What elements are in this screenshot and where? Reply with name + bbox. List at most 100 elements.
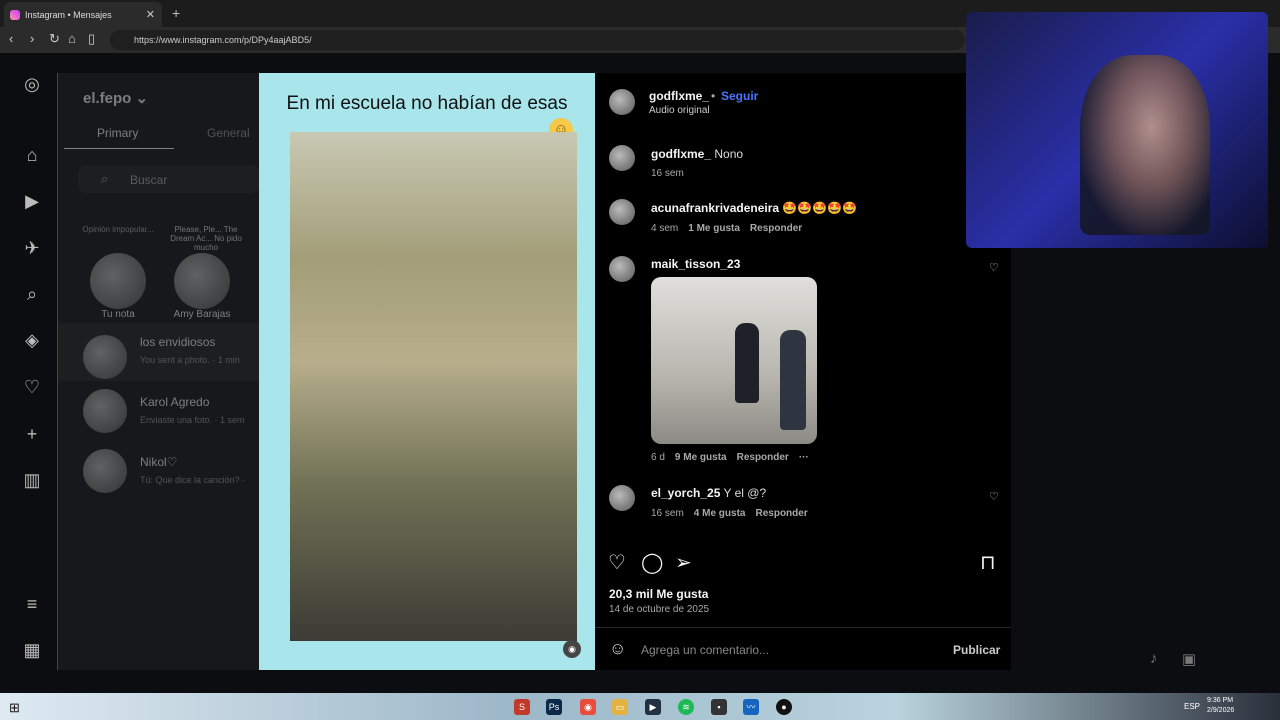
tab-title: Instagram • Mensajes xyxy=(25,9,112,20)
clock-date: 2/9/2026 xyxy=(1207,707,1235,714)
taskbar xyxy=(0,693,1280,720)
start-icon[interactable]: ⊞ xyxy=(9,700,20,716)
reply-button[interactable]: Responder xyxy=(755,508,807,519)
comment-body: 🤩🤩🤩🤩🤩 xyxy=(782,201,858,215)
forward-icon[interactable]: › xyxy=(30,31,34,46)
app-icon[interactable]: S xyxy=(514,699,530,715)
avatar xyxy=(83,335,127,379)
more-options-icon[interactable]: ··· xyxy=(799,452,809,463)
avatar[interactable] xyxy=(609,256,635,282)
like-comment-icon[interactable]: ♡ xyxy=(989,261,999,274)
spotify-icon[interactable]: ≋ xyxy=(678,699,694,715)
clock[interactable]: 9:36 PM 2/9/2026 xyxy=(1207,696,1234,716)
likes-count[interactable]: 20,3 mil Me gusta xyxy=(609,587,708,601)
app-icon[interactable]: ▪ xyxy=(711,699,727,715)
conversation-preview: Tú: Que dice la canción? · xyxy=(140,475,246,485)
obs-icon[interactable]: ● xyxy=(776,699,792,715)
notifications-nav-icon[interactable]: ♡ xyxy=(20,375,44,399)
bookmark-icon[interactable]: ▯ xyxy=(88,31,95,47)
note-bubble: Please, Ple... The Dream Ac... No pido m… xyxy=(170,225,242,252)
comment-user[interactable]: godflxme_ xyxy=(651,147,711,161)
comment-meta: 4 sem 1 Me gusta Responder xyxy=(651,223,802,234)
avatar[interactable] xyxy=(83,449,127,493)
comment-icon[interactable]: ◯ xyxy=(641,550,663,575)
clock-time: 9:36 PM xyxy=(1207,697,1234,704)
avatar[interactable] xyxy=(90,253,146,309)
search-nav-icon[interactable]: ⌕ xyxy=(20,282,44,306)
reply-button[interactable]: Responder xyxy=(737,452,789,463)
note-name: Amy Barajas xyxy=(173,309,231,320)
home-icon[interactable]: ⌂ xyxy=(68,31,76,46)
comment-user[interactable]: maik_tisson_23 xyxy=(651,257,740,271)
reply-button[interactable]: Responder xyxy=(750,223,802,234)
direct-messages-panel: el.fepo ⌄ Primary General Buscar ⌕ Opini… xyxy=(57,73,260,670)
post-caption: En mi escuela no habían de esas xyxy=(286,93,568,114)
app-icon[interactable]: ◉ xyxy=(580,699,596,715)
instagram-favicon-icon xyxy=(10,9,20,20)
avatar[interactable] xyxy=(83,389,127,433)
app-icon[interactable]: 〰 xyxy=(743,699,759,715)
gif-figure xyxy=(780,330,806,430)
new-tab-icon[interactable]: + xyxy=(172,5,180,21)
home-nav-icon[interactable]: ⌂ xyxy=(20,143,44,167)
dashboard-nav-icon[interactable]: ▥ xyxy=(20,468,44,492)
comment-input[interactable]: Agrega un comentario... xyxy=(641,643,769,657)
streamer-figure xyxy=(1080,55,1210,235)
comment-likes[interactable]: 4 Me gusta xyxy=(694,508,746,519)
explore-nav-icon[interactable]: ◈ xyxy=(20,328,44,352)
avatar[interactable] xyxy=(609,145,635,171)
gif-figure xyxy=(735,323,759,403)
comment-text: el_yorch_25 Y el @? xyxy=(651,486,766,500)
photoshop-icon[interactable]: Ps xyxy=(546,699,562,715)
comment-text: godflxme_ Nono xyxy=(651,147,743,161)
avatar[interactable] xyxy=(609,485,635,511)
language-indicator[interactable]: ESP xyxy=(1184,702,1200,711)
conversation-name[interactable]: Nikol♡ xyxy=(140,455,177,469)
microphone-icon[interactable]: ♪ xyxy=(1150,650,1158,667)
save-icon[interactable]: ⊓ xyxy=(980,550,996,575)
back-icon[interactable]: ‹ xyxy=(9,31,13,46)
post-video[interactable] xyxy=(290,132,577,641)
conversation-name: los envidiosos xyxy=(140,335,216,349)
publish-button[interactable]: Publicar xyxy=(953,643,1000,657)
follow-button[interactable]: Seguir xyxy=(721,89,758,103)
comment-user[interactable]: acunafrankrivadeneira xyxy=(651,201,779,215)
browser-tab[interactable]: Instagram • Mensajes ✕ xyxy=(4,2,162,27)
url-field[interactable]: https://www.instagram.com/p/DPy4aajABD5/ xyxy=(110,30,965,50)
emoji-picker-icon[interactable]: ☺ xyxy=(609,639,626,659)
comment-likes[interactable]: 9 Me gusta xyxy=(675,452,727,463)
reels-nav-icon[interactable]: ▶ xyxy=(20,189,44,213)
conversation-preview: Enviaste una foto. · 1 sem xyxy=(140,415,245,425)
author-name[interactable]: godflxme_ xyxy=(649,89,709,103)
create-nav-icon[interactable]: + xyxy=(20,422,44,446)
messages-nav-icon[interactable]: ✈ xyxy=(20,236,44,260)
tab-general[interactable]: General xyxy=(207,126,250,140)
avatar[interactable] xyxy=(609,199,635,225)
audio-label[interactable]: Audio original xyxy=(649,105,710,116)
avatar[interactable] xyxy=(174,253,230,309)
active-tab-underline xyxy=(64,148,174,149)
instagram-logo-icon[interactable]: ◎ xyxy=(20,72,44,96)
conversation-name[interactable]: Karol Agredo xyxy=(140,395,209,409)
share-icon[interactable]: ➢ xyxy=(675,550,692,575)
reload-icon[interactable]: ↻ xyxy=(49,31,60,47)
comment-meta: 6 d 9 Me gusta Responder ··· xyxy=(651,452,809,463)
apps-grid-icon[interactable]: ▦ xyxy=(20,638,44,662)
comment-time: 16 sem xyxy=(651,168,684,179)
tab-primary[interactable]: Primary xyxy=(97,126,138,140)
comment-time: 6 d xyxy=(651,452,665,463)
comment-likes[interactable]: 1 Me gusta xyxy=(688,223,740,234)
app-icon[interactable]: ▶ xyxy=(645,699,661,715)
separator-dot: • xyxy=(711,89,716,103)
audio-icon[interactable]: ◉ xyxy=(563,640,581,658)
comment-user[interactable]: el_yorch_25 xyxy=(651,486,720,500)
like-icon[interactable]: ♡ xyxy=(608,550,626,575)
note-name: Tu nota xyxy=(101,309,135,320)
like-comment-icon[interactable]: ♡ xyxy=(989,490,999,503)
close-tab-icon[interactable]: ✕ xyxy=(146,8,155,21)
account-switcher[interactable]: el.fepo ⌄ xyxy=(83,89,148,107)
more-menu-icon[interactable]: ≡ xyxy=(20,592,44,616)
author-avatar[interactable] xyxy=(609,89,635,115)
image-icon[interactable]: ▣ xyxy=(1182,650,1196,668)
folder-icon[interactable]: ▭ xyxy=(612,699,628,715)
